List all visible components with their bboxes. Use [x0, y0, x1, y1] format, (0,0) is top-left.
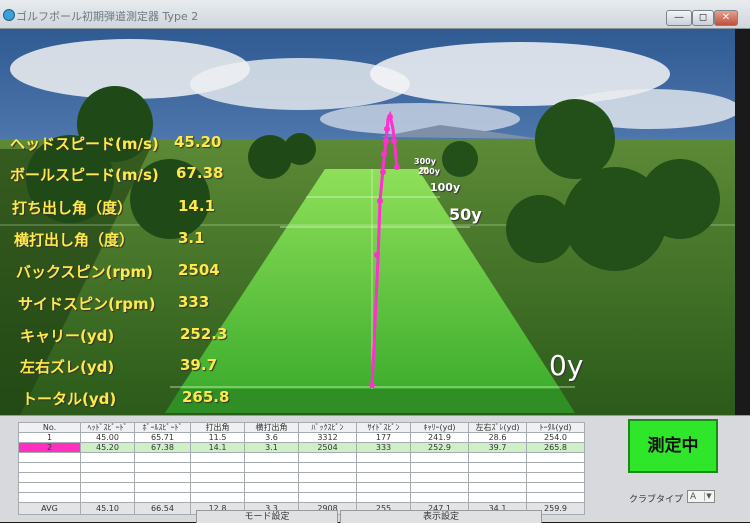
distance-marker-0: 0y [549, 349, 584, 382]
table-cell: AVG [18, 502, 81, 515]
table-header-row: No. ﾍｯﾄﾞｽﾋﾟｰﾄﾞ ﾎﾞｰﾙｽﾋﾟｰﾄﾞ 打出角 横打出角 ﾊﾞｯｸｽ… [18, 422, 585, 433]
bottom-panel: No. ﾍｯﾄﾞｽﾋﾟｰﾄﾞ ﾎﾞｰﾙｽﾋﾟｰﾄﾞ 打出角 横打出角 ﾊﾞｯｸｽ… [0, 415, 750, 523]
column-header: ﾍｯﾄﾞｽﾋﾟｰﾄﾞ [80, 422, 135, 433]
offline-label: 左右ズレ(yd) [20, 358, 115, 376]
measure-button[interactable]: 測定中 [628, 419, 718, 473]
close-button[interactable]: ✕ [714, 10, 738, 26]
window-title: ゴルフボール初期弾道測定器 Type 2 [16, 10, 199, 23]
column-header: No. [18, 422, 81, 433]
club-type-label: クラブタイプ [629, 495, 684, 505]
column-header: 打出角 [190, 422, 245, 433]
table-cell: 65.71 [134, 432, 191, 443]
column-header: ﾄｰﾀﾙ(yd) [526, 422, 585, 433]
table-cell: 45.00 [80, 432, 135, 443]
app-icon [3, 9, 15, 21]
maximize-button[interactable]: ◻ [692, 10, 714, 26]
table-cell: 3.6 [244, 432, 299, 443]
distance-marker-300: 300y [414, 157, 436, 166]
side-angle-label: 横打出し角（度） [14, 231, 135, 249]
column-header: ｻｲﾄﾞｽﾋﾟﾝ [356, 422, 411, 433]
table-cell: 241.9 [410, 432, 469, 443]
table-row-selected[interactable]: 2 45.20 67.38 14.1 3.1 2504 333 252.9 39… [18, 442, 585, 453]
table-cell: 14.1 [190, 442, 245, 453]
title-bar: ゴルフボール初期弾道測定器 Type 2 — ◻ ✕ [0, 0, 750, 29]
distance-marker-50: 50y [449, 205, 482, 224]
carry-value: 252.3 [180, 325, 228, 343]
chevron-down-icon[interactable]: ▼ [704, 492, 713, 501]
table-cell: 2504 [298, 442, 357, 453]
minimize-button[interactable]: — [666, 10, 692, 26]
column-header: ｷｬﾘｰ(yd) [410, 422, 469, 433]
total-label: トータル(yd) [22, 390, 117, 408]
table-cell-selected-no: 2 [18, 442, 81, 453]
launch-angle-value: 14.1 [178, 197, 216, 215]
table-row-empty[interactable] [18, 452, 585, 463]
table-cell: 11.5 [190, 432, 245, 443]
backspin-label: バックスピン(rpm) [16, 263, 154, 281]
side-angle-value: 3.1 [178, 229, 205, 247]
head-speed-label: ヘッドスピード(m/s) [10, 135, 159, 153]
table-row-empty[interactable] [18, 472, 585, 483]
table-cell: 252.9 [410, 442, 469, 453]
table-cell: 265.8 [526, 442, 585, 453]
table-cell: 177 [356, 432, 411, 443]
distance-marker-200: 200y [418, 167, 440, 176]
total-value: 265.8 [182, 388, 230, 406]
table-cell: 1 [18, 432, 81, 443]
column-header: 左右ｽﾞﾚ(yd) [468, 422, 527, 433]
column-header: ﾊﾞｯｸｽﾋﾟﾝ [298, 422, 357, 433]
offline-value: 39.7 [180, 356, 218, 374]
table-cell: 3312 [298, 432, 357, 443]
head-speed-value: 45.20 [174, 133, 222, 151]
ball-speed-label: ボールスピード(m/s) [10, 166, 159, 184]
column-header: ﾎﾞｰﾙｽﾋﾟｰﾄﾞ [134, 422, 191, 433]
table-cell: 66.54 [134, 502, 191, 515]
sidespin-label: サイドスピン(rpm) [18, 295, 156, 313]
shot-data-table: No. ﾍｯﾄﾞｽﾋﾟｰﾄﾞ ﾎﾞｰﾙｽﾋﾟｰﾄﾞ 打出角 横打出角 ﾊﾞｯｸｽ… [18, 422, 585, 515]
carry-label: キャリー(yd) [20, 327, 115, 345]
table-cell: 45.10 [80, 502, 135, 515]
table-cell: 39.7 [468, 442, 527, 453]
column-header: 横打出角 [244, 422, 299, 433]
table-cell: 67.38 [134, 442, 191, 453]
distance-marker-100: 100y [430, 181, 461, 194]
table-row-empty[interactable] [18, 482, 585, 493]
ball-speed-value: 67.38 [176, 164, 224, 182]
launch-angle-label: 打ち出し角（度） [12, 199, 133, 217]
backspin-value: 2504 [178, 261, 220, 279]
sidespin-value: 333 [178, 293, 210, 311]
table-row[interactable]: 1 45.00 65.71 11.5 3.6 3312 177 241.9 28… [18, 432, 585, 443]
table-cell: 333 [356, 442, 411, 453]
table-cell: 45.20 [80, 442, 135, 453]
table-cell: 28.6 [468, 432, 527, 443]
club-type-select[interactable]: A ▼ [687, 490, 715, 503]
table-row-empty[interactable] [18, 462, 585, 473]
club-type-value: A [690, 492, 697, 502]
tab-mode-settings[interactable]: モード設定 [196, 510, 338, 523]
tab-display-settings[interactable]: 表示設定 [340, 510, 542, 523]
table-row-empty[interactable] [18, 492, 585, 503]
table-cell: 254.0 [526, 432, 585, 443]
table-cell: 3.1 [244, 442, 299, 453]
driving-range-view: 300y 200y 100y 50y 0y ヘッドスピード(m/s) 45.20… [0, 29, 735, 415]
